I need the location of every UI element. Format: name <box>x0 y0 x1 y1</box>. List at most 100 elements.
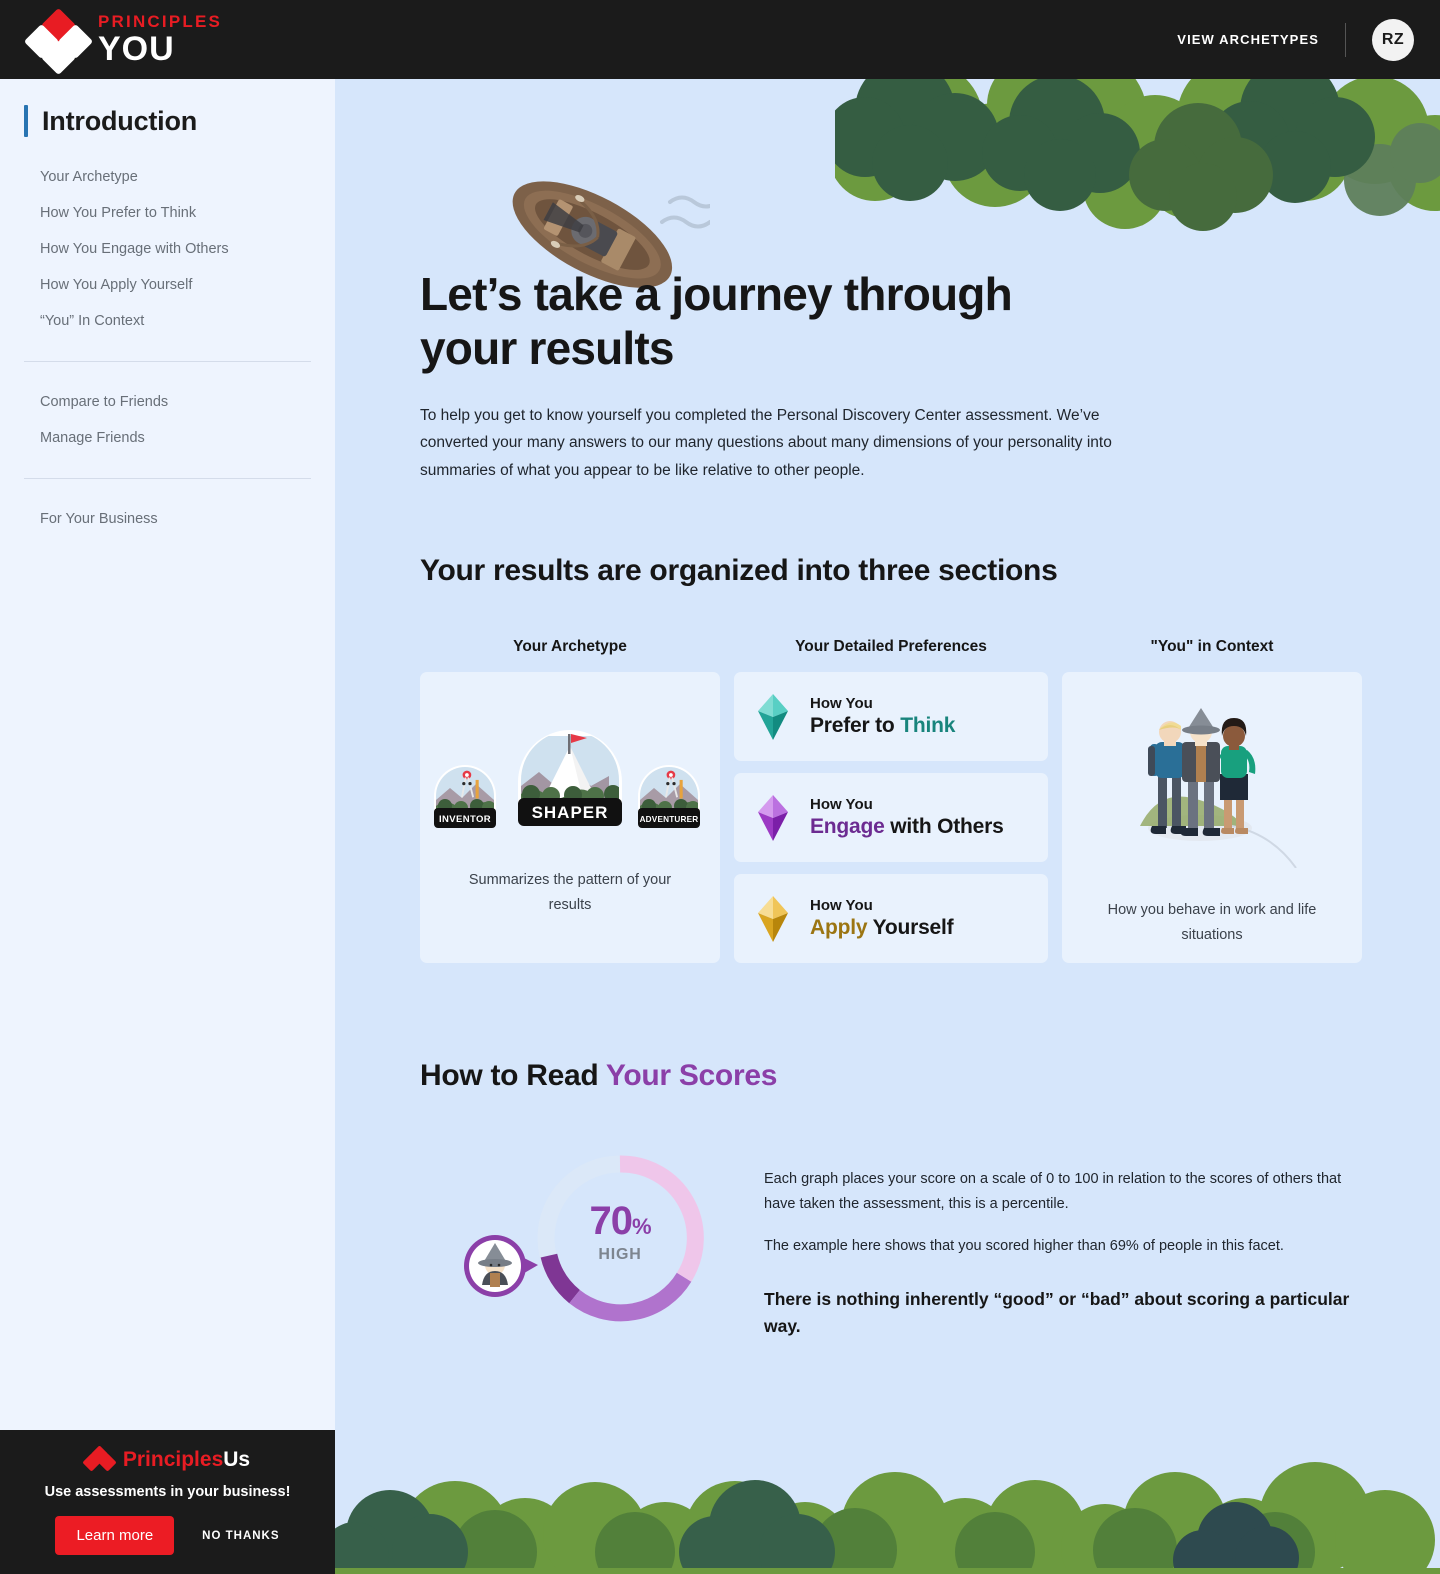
archetype-card-caption: Summarizes the pattern of your results <box>468 872 672 913</box>
score-example-row: 70% HIGH Each graph places your score on… <box>420 1143 1440 1339</box>
preference-title-think: Prefer to Think <box>810 714 955 738</box>
column-header-you-in-context: "You" in Context <box>1150 638 1274 656</box>
sidebar-group-results: Your Archetype How You Prefer to Think H… <box>0 159 335 339</box>
score-gauge-level-label: HIGH <box>598 1246 642 1264</box>
main-content: Let’s take a journey through your result… <box>335 79 1440 1574</box>
preference-title-apply: Apply Yourself <box>810 916 954 940</box>
score-avatar-marker <box>464 1235 538 1298</box>
column-header-your-archetype: Your Archetype <box>513 638 627 656</box>
sidebar-item-how-you-prefer-to-think[interactable]: How You Prefer to Think <box>0 195 335 231</box>
preference-card-engage-text: How You Engage with Others <box>810 796 1004 839</box>
preference-eyebrow-think: How You <box>810 695 873 713</box>
preference-eyebrow-engage: How You <box>810 796 873 814</box>
archetype-card[interactable]: INVENTOR SHAPER ADVENTURER Summarizes th… <box>420 672 720 964</box>
badge-label-inventor: INVENTOR <box>439 814 491 825</box>
intro-paragraph: To help you get to know yourself you com… <box>420 406 1112 479</box>
score-paragraph-3: There is nothing inherently “good” or “b… <box>764 1289 1350 1336</box>
badge-adventurer: ADVENTURER <box>635 756 709 834</box>
principlesus-wordmark: PrinciplesUs <box>123 1448 250 1472</box>
archetype-badges: INVENTOR SHAPER ADVENTURER <box>431 730 709 834</box>
badge-label-shaper: SHAPER <box>532 803 609 822</box>
brand-you-text: YOU <box>98 30 175 68</box>
sidebar-item-compare-to-friends[interactable]: Compare to Friends <box>0 384 335 420</box>
gem-gold-icon <box>758 895 788 942</box>
sidebar-group-friends: Compare to Friends Manage Friends <box>0 384 335 456</box>
sidebar-item-how-you-apply-yourself[interactable]: How You Apply Yourself <box>0 267 335 303</box>
score-gauge-number: 70 <box>589 1199 632 1244</box>
scores-heading: How to Read Your Scores <box>420 1059 1440 1093</box>
sidebar-item-how-you-engage-with-others[interactable]: How You Engage with Others <box>0 231 335 267</box>
sidebar-active-section[interactable]: Introduction <box>0 105 335 137</box>
sections-heading: Your results are organized into three se… <box>420 554 1058 588</box>
app-root: PRINCIPLES YOU VIEW ARCHETYPES RZ Introd… <box>0 0 1440 1574</box>
principlesus-logo: PrinciplesUs <box>0 1445 335 1472</box>
badge-shaper: SHAPER <box>511 724 629 834</box>
brand-principles-text: PRINCIPLES <box>98 12 223 31</box>
sidebar-group-business: For Your Business <box>0 501 335 537</box>
page-title-line-1: Let’s take a journey through <box>420 268 1013 320</box>
view-archetypes-link[interactable]: VIEW ARCHETYPES <box>1177 32 1319 47</box>
sidebar-title-introduction: Introduction <box>42 105 198 136</box>
badge-inventor: INVENTOR <box>431 756 505 834</box>
sidebar-item-manage-friends[interactable]: Manage Friends <box>0 420 335 456</box>
preference-title-apply-plain: Yourself <box>867 916 954 940</box>
scores-heading-plain: How to Read <box>420 1059 606 1093</box>
preference-card-apply-text: How You Apply Yourself <box>810 897 954 940</box>
sidebar-item-your-archetype[interactable]: Your Archetype <box>0 159 335 195</box>
preference-cards: How You Prefer to Think How You Engage w… <box>734 672 1048 964</box>
promo-tagline: Use assessments in your business! <box>44 1484 291 1500</box>
business-promo-banner: PrinciplesUs Use assessments in your bus… <box>0 1430 335 1574</box>
score-paragraph-2: The example here shows that you scored h… <box>764 1237 1284 1254</box>
preference-card-think-text: How You Prefer to Think <box>810 695 955 738</box>
score-gauge-percent-sign: % <box>631 1214 652 1240</box>
preference-title-think-plain: Prefer to <box>810 714 901 738</box>
score-paragraph-1: Each graph places your score on a scale … <box>764 1171 1342 1212</box>
promo-brand-principles: Principles <box>122 1448 224 1471</box>
page-title-line-2: your results <box>420 322 675 375</box>
promo-actions: Learn more NO THANKS <box>0 1516 335 1555</box>
section-column-headers: Your Archetype Your Detailed Preferences… <box>420 638 1440 656</box>
preference-title-apply-accent: Apply <box>810 916 868 940</box>
preference-card-apply[interactable]: How You Apply Yourself <box>734 874 1048 964</box>
column-header-detailed-preferences: Your Detailed Preferences <box>795 638 987 656</box>
context-card-caption: How you behave in work and life situatio… <box>1107 902 1317 943</box>
page-title: Let’s take a journey through your result… <box>420 267 1440 376</box>
score-explanation: Each graph places your score on a scale … <box>764 1143 1374 1339</box>
sidebar-divider-2 <box>24 478 311 479</box>
badge-label-adventurer: ADVENTURER <box>640 815 699 824</box>
sidebar-navigation: Introduction Your Archetype How You Pref… <box>0 79 335 1574</box>
sidebar-divider-1 <box>24 361 311 362</box>
preference-title-think-accent: Think <box>900 714 956 738</box>
active-section-indicator <box>24 105 28 137</box>
top-bar-actions: VIEW ARCHETYPES RZ <box>1177 18 1414 61</box>
gem-teal-icon <box>758 693 788 740</box>
sidebar-item-you-in-context[interactable]: “You” In Context <box>0 303 335 339</box>
score-gauge: 70% HIGH <box>420 1143 750 1333</box>
context-card[interactable]: How you behave in work and life situatio… <box>1062 672 1362 964</box>
preference-card-engage[interactable]: How You Engage with Others <box>734 773 1048 863</box>
three-people-illustration <box>1140 708 1297 869</box>
diamond-logo-small-icon <box>82 1445 117 1472</box>
promo-brand-us: Us <box>223 1448 251 1471</box>
sidebar-item-for-your-business[interactable]: For Your Business <box>0 501 335 537</box>
brand-wordmark: PRINCIPLES YOU <box>98 13 222 66</box>
preference-eyebrow-apply: How You <box>810 897 873 915</box>
scores-heading-accent: Your Scores <box>605 1059 778 1093</box>
learn-more-button[interactable]: Learn more <box>55 1516 175 1555</box>
top-bar-divider <box>1345 22 1346 57</box>
preference-title-engage: Engage with Others <box>810 815 1004 839</box>
preference-card-think[interactable]: How You Prefer to Think <box>734 672 1048 762</box>
score-gauge-value: 70% <box>540 1199 700 1244</box>
gem-purple-icon <box>758 794 788 841</box>
diamond-logo-icon <box>23 7 94 75</box>
top-navigation-bar: PRINCIPLES YOU VIEW ARCHETYPES RZ <box>0 0 1440 79</box>
user-avatar[interactable]: RZ <box>1372 18 1414 61</box>
no-thanks-button[interactable]: NO THANKS <box>202 1530 279 1542</box>
score-gauge-center-label: 70% HIGH <box>540 1199 700 1264</box>
preference-title-engage-plain: with Others <box>884 815 1004 839</box>
section-cards-row: INVENTOR SHAPER ADVENTURER Summarizes th… <box>420 672 1440 964</box>
principles-you-logo[interactable]: PRINCIPLES YOU <box>23 7 222 75</box>
preference-title-engage-accent: Engage <box>810 815 885 839</box>
how-to-read-scores-section: How to Read Your Scores 70% HIGH Each gr… <box>420 1059 1440 1339</box>
bottom-foliage-illustration <box>335 1462 1440 1574</box>
